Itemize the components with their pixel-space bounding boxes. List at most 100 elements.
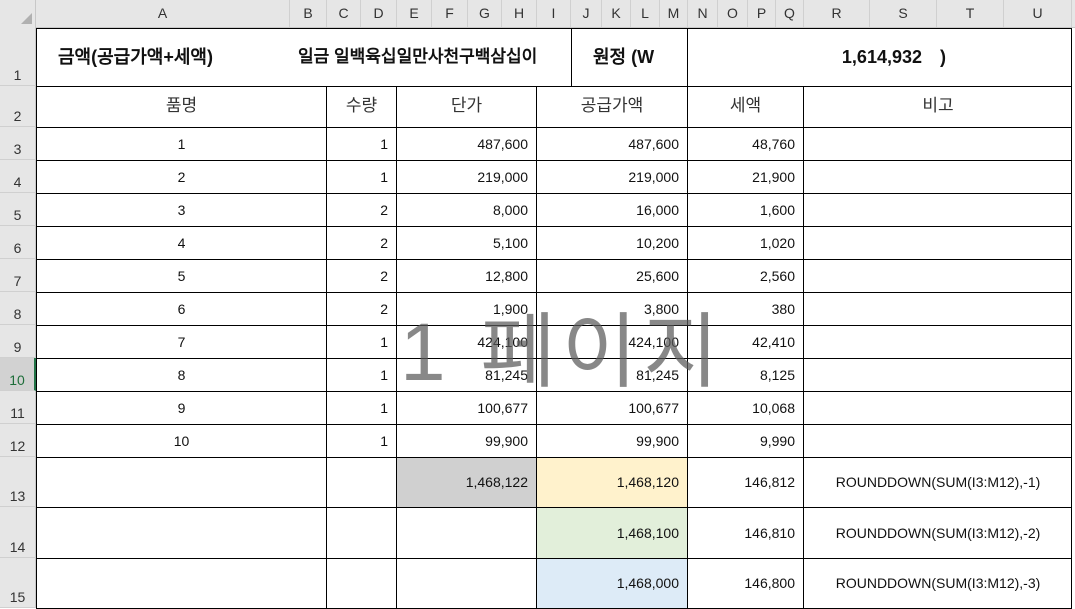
item-name-cell[interactable]: 4 bbox=[37, 227, 326, 259]
total-formula-note-cell[interactable]: ROUNDDOWN(SUM(I3:M12),-3) bbox=[804, 559, 1072, 608]
item-note-cell[interactable] bbox=[804, 161, 1072, 193]
row-header-14[interactable]: 14 bbox=[0, 507, 36, 558]
total-supply-cell[interactable]: 1,468,120 bbox=[537, 458, 687, 507]
item-note-cell[interactable] bbox=[804, 260, 1072, 292]
item-note-cell[interactable] bbox=[804, 194, 1072, 226]
total-formula-note-cell[interactable]: ROUNDDOWN(SUM(I3:M12),-1) bbox=[804, 458, 1072, 507]
item-qty-cell[interactable]: 1 bbox=[327, 425, 396, 457]
item-supply-cell[interactable]: 219,000 bbox=[537, 161, 687, 193]
column-header-j[interactable]: J bbox=[571, 0, 602, 27]
item-name-cell[interactable]: 7 bbox=[37, 326, 326, 358]
item-supply-cell[interactable]: 81,245 bbox=[537, 359, 687, 391]
item-unit-price-cell[interactable]: 219,000 bbox=[397, 161, 536, 193]
item-note-cell[interactable] bbox=[804, 392, 1072, 424]
column-header-n[interactable]: N bbox=[688, 0, 718, 27]
item-supply-cell[interactable]: 16,000 bbox=[537, 194, 687, 226]
row-header-9[interactable]: 9 bbox=[0, 325, 36, 358]
column-header-g[interactable]: G bbox=[468, 0, 502, 27]
column-header-q[interactable]: Q bbox=[776, 0, 804, 27]
total-formula-note-cell[interactable]: ROUNDDOWN(SUM(I3:M12),-2) bbox=[804, 508, 1072, 558]
header-note[interactable]: 비고 bbox=[804, 86, 1072, 126]
row-header-10[interactable]: 10 bbox=[0, 358, 36, 391]
item-unit-price-cell[interactable]: 99,900 bbox=[397, 425, 536, 457]
header-tax[interactable]: 세액 bbox=[688, 86, 803, 126]
item-unit-price-cell[interactable]: 487,600 bbox=[397, 128, 536, 160]
item-tax-cell[interactable]: 21,900 bbox=[688, 161, 803, 193]
item-note-cell[interactable] bbox=[804, 425, 1072, 457]
item-qty-cell[interactable]: 2 bbox=[327, 227, 396, 259]
total-supply-cell[interactable]: 1,468,000 bbox=[537, 559, 687, 608]
item-unit-price-cell[interactable]: 100,677 bbox=[397, 392, 536, 424]
item-qty-cell[interactable]: 1 bbox=[327, 359, 396, 391]
item-note-cell[interactable] bbox=[804, 128, 1072, 160]
item-supply-cell[interactable]: 99,900 bbox=[537, 425, 687, 457]
item-name-cell[interactable]: 8 bbox=[37, 359, 326, 391]
column-header-f[interactable]: F bbox=[432, 0, 468, 27]
item-unit-price-cell[interactable]: 1,900 bbox=[397, 293, 536, 325]
item-supply-cell[interactable]: 100,677 bbox=[537, 392, 687, 424]
item-unit-price-cell[interactable]: 424,100 bbox=[397, 326, 536, 358]
total-amount-label[interactable]: 금액(공급가액+세액) bbox=[58, 28, 288, 86]
item-supply-cell[interactable]: 487,600 bbox=[537, 128, 687, 160]
item-qty-cell[interactable]: 1 bbox=[327, 392, 396, 424]
column-header-u[interactable]: U bbox=[1004, 0, 1072, 27]
column-header-s[interactable]: S bbox=[870, 0, 937, 27]
item-qty-cell[interactable]: 1 bbox=[327, 128, 396, 160]
row-header-5[interactable]: 5 bbox=[0, 193, 36, 226]
korean-amount-text[interactable]: 일금 일백육십일만사천구백삼십이 bbox=[298, 28, 568, 86]
row-header-1[interactable]: 1 bbox=[0, 27, 36, 86]
item-qty-cell[interactable]: 2 bbox=[327, 194, 396, 226]
row-header-11[interactable]: 11 bbox=[0, 391, 36, 424]
total-amount-value[interactable]: 1,614,932 bbox=[820, 28, 922, 86]
total-tax-cell[interactable]: 146,812 bbox=[688, 458, 803, 507]
total-unit-price-cell[interactable] bbox=[397, 508, 536, 558]
total-unit-price-cell[interactable] bbox=[397, 559, 536, 608]
item-tax-cell[interactable]: 380 bbox=[688, 293, 803, 325]
header-unit-price[interactable]: 단가 bbox=[397, 86, 536, 126]
total-tax-cell[interactable]: 146,800 bbox=[688, 559, 803, 608]
column-header-t[interactable]: T bbox=[937, 0, 1004, 27]
column-header-o[interactable]: O bbox=[718, 0, 748, 27]
column-header-a[interactable]: A bbox=[36, 0, 290, 27]
item-tax-cell[interactable]: 10,068 bbox=[688, 392, 803, 424]
item-name-cell[interactable]: 6 bbox=[37, 293, 326, 325]
column-header-b[interactable]: B bbox=[290, 0, 327, 27]
item-supply-cell[interactable]: 424,100 bbox=[537, 326, 687, 358]
row-header-4[interactable]: 4 bbox=[0, 160, 36, 193]
item-qty-cell[interactable]: 2 bbox=[327, 293, 396, 325]
item-name-cell[interactable]: 3 bbox=[37, 194, 326, 226]
row-header-13[interactable]: 13 bbox=[0, 457, 36, 507]
total-unit-price-cell[interactable]: 1,468,122 bbox=[397, 458, 536, 507]
item-name-cell[interactable]: 9 bbox=[37, 392, 326, 424]
item-tax-cell[interactable]: 8,125 bbox=[688, 359, 803, 391]
item-note-cell[interactable] bbox=[804, 293, 1072, 325]
row-header-2[interactable]: 2 bbox=[0, 86, 36, 127]
item-tax-cell[interactable]: 42,410 bbox=[688, 326, 803, 358]
won-label[interactable]: 원정 (W bbox=[593, 28, 683, 86]
column-header-r[interactable]: R bbox=[804, 0, 870, 27]
item-tax-cell[interactable]: 1,020 bbox=[688, 227, 803, 259]
item-tax-cell[interactable]: 9,990 bbox=[688, 425, 803, 457]
select-all-corner[interactable] bbox=[0, 0, 36, 27]
row-header-7[interactable]: 7 bbox=[0, 259, 36, 292]
item-unit-price-cell[interactable]: 81,245 bbox=[397, 359, 536, 391]
column-header-c[interactable]: C bbox=[327, 0, 361, 27]
column-header-l[interactable]: L bbox=[631, 0, 660, 27]
row-header-3[interactable]: 3 bbox=[0, 127, 36, 160]
item-qty-cell[interactable]: 1 bbox=[327, 326, 396, 358]
item-name-cell[interactable]: 10 bbox=[37, 425, 326, 457]
item-name-cell[interactable]: 2 bbox=[37, 161, 326, 193]
item-tax-cell[interactable]: 2,560 bbox=[688, 260, 803, 292]
total-supply-cell[interactable]: 1,468,100 bbox=[537, 508, 687, 558]
item-unit-price-cell[interactable]: 5,100 bbox=[397, 227, 536, 259]
item-name-cell[interactable]: 5 bbox=[37, 260, 326, 292]
item-qty-cell[interactable]: 2 bbox=[327, 260, 396, 292]
item-unit-price-cell[interactable]: 8,000 bbox=[397, 194, 536, 226]
item-supply-cell[interactable]: 3,800 bbox=[537, 293, 687, 325]
column-header-p[interactable]: P bbox=[748, 0, 776, 27]
column-header-i[interactable]: I bbox=[537, 0, 571, 27]
column-header-d[interactable]: D bbox=[361, 0, 397, 27]
column-header-e[interactable]: E bbox=[397, 0, 432, 27]
total-tax-cell[interactable]: 146,810 bbox=[688, 508, 803, 558]
item-supply-cell[interactable]: 25,600 bbox=[537, 260, 687, 292]
